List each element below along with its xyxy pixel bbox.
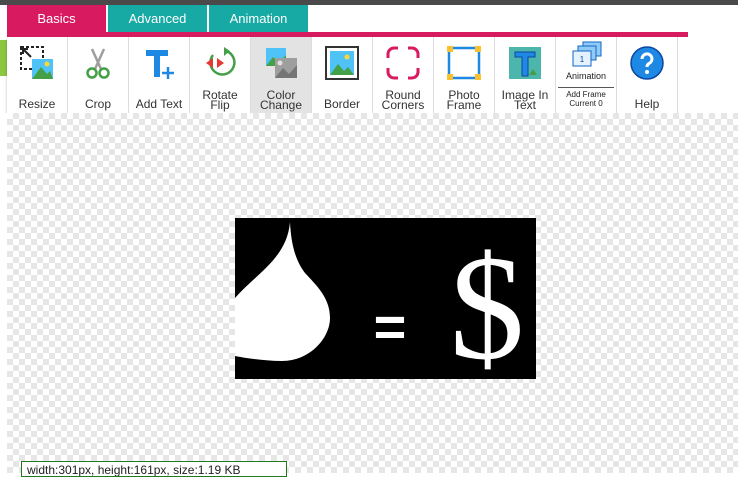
animation-label: Animation — [565, 71, 607, 81]
border-button[interactable]: Border — [312, 37, 373, 113]
side-accent — [0, 40, 7, 76]
equals-sign: = — [374, 295, 407, 358]
dollar-sign: $ — [450, 225, 525, 379]
status-bar: width:301px, height:161px, size:1.19 KB — [21, 461, 287, 477]
add-text-label: Add Text — [135, 97, 183, 111]
help-button[interactable]: Help — [617, 37, 678, 113]
help-label: Help — [634, 97, 660, 111]
add-text-button[interactable]: Add Text — [129, 37, 190, 113]
resize-label: Resize — [18, 97, 56, 111]
tab-basics[interactable]: Basics — [7, 5, 106, 32]
edited-image[interactable]: = $ — [235, 218, 536, 379]
rotate-icon — [202, 45, 238, 81]
resize-button[interactable]: Resize — [7, 37, 68, 113]
rotate-flip-label: Rotate Flip — [202, 88, 238, 112]
round-corners-button[interactable]: Round Corners — [373, 37, 434, 113]
color-change-button[interactable]: Color Change — [251, 37, 312, 113]
frame-number: 1 — [580, 55, 585, 64]
image-in-text-icon — [507, 45, 543, 81]
color-change-label: Color Change — [259, 88, 303, 112]
text-icon — [141, 45, 177, 81]
image-in-text-button[interactable]: Image In Text — [495, 37, 556, 113]
round-corners-icon — [385, 45, 421, 81]
add-frame-panel[interactable]: Add Frame Current 0 — [558, 87, 614, 111]
crop-button[interactable]: Crop — [68, 37, 129, 113]
border-label: Border — [323, 97, 361, 111]
help-icon — [629, 45, 665, 81]
scissors-icon — [80, 45, 116, 81]
add-frame-label: Add Frame — [566, 90, 606, 99]
tab-animation[interactable]: Animation — [207, 5, 308, 32]
animation-button[interactable]: 1 Animation Add Frame Current 0 — [556, 37, 617, 113]
round-corners-label: Round Corners — [381, 88, 425, 112]
border-icon — [324, 45, 360, 81]
crop-label: Crop — [84, 97, 111, 111]
photo-frame-label: Photo Frame — [446, 88, 482, 112]
photo-frame-button[interactable]: Photo Frame — [434, 37, 495, 113]
tab-advanced[interactable]: Advanced — [106, 5, 207, 32]
animation-frames-icon: 1 — [569, 41, 603, 69]
image-in-text-label: Image In Text — [501, 88, 549, 112]
toolbar: Resize Crop Add Text Rotate Flip Color C… — [7, 37, 688, 113]
resize-icon — [19, 45, 55, 81]
tab-bar: Basics Advanced Animation — [7, 5, 308, 32]
photo-frame-icon — [446, 45, 482, 81]
rotate-flip-button[interactable]: Rotate Flip — [190, 37, 251, 113]
current-frame-label: Current 0 — [569, 99, 603, 108]
canvas-left-gutter — [0, 113, 7, 473]
toolbar-right-space — [688, 37, 738, 113]
color-change-icon — [263, 45, 299, 81]
